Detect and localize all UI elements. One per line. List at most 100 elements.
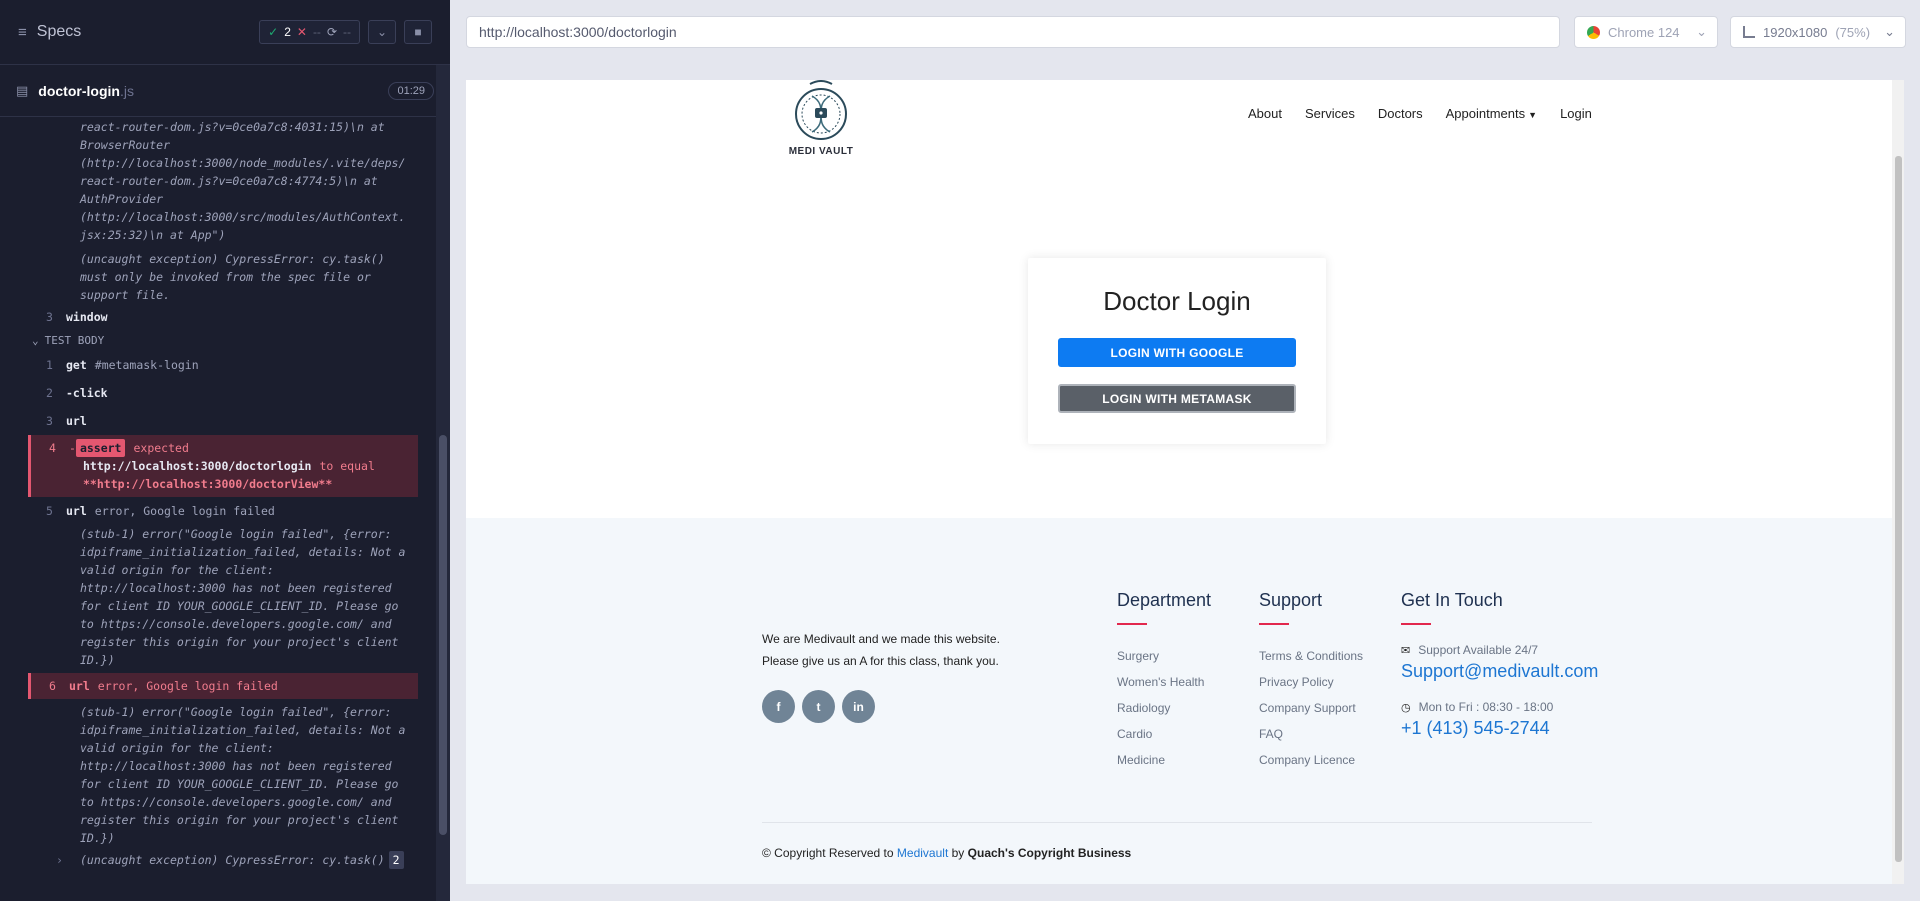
log-text-line: must only be invoked from the spec file …: [80, 270, 371, 284]
footer-link[interactable]: Cardio: [1117, 721, 1211, 747]
footer-department: Department Surgery Women's Health Radiol…: [1117, 590, 1211, 773]
contact-title: Get In Touch: [1401, 590, 1503, 610]
viewport-selector[interactable]: 1920x1080 (75%) ⌄: [1730, 16, 1906, 48]
pending-count: --: [343, 25, 351, 39]
log-text-line: for client ID YOUR_GOOGLE_CLIENT_ID. Ple…: [80, 777, 399, 791]
login-card: Doctor Login LOGIN WITH GOOGLE LOGIN WIT…: [1028, 258, 1326, 444]
viewport-size: 1920x1080: [1763, 24, 1828, 40]
chevron-down-icon[interactable]: ⌄: [368, 20, 396, 44]
log-row-url-error[interactable]: 5 url error, Google login failed: [28, 497, 418, 525]
nav-appointments[interactable]: Appointments ▼: [1446, 106, 1537, 121]
log-text-line: to https://console.developers.google.com…: [80, 795, 392, 809]
copyright-link[interactable]: Medivault: [897, 846, 948, 860]
pending-spinner-icon: ⟳: [326, 25, 337, 39]
metamask-login-button[interactable]: LOGIN WITH METAMASK: [1058, 384, 1296, 413]
app-under-test-area: http://localhost:3000/doctorlogin Chrome…: [450, 0, 1920, 901]
log-row-window[interactable]: 3 window: [28, 308, 418, 326]
specs-bar: ≡ Specs ✓ 2 ✕ -- ⟳ -- ⌄ ■: [0, 0, 450, 65]
log-row-url[interactable]: 3 url: [28, 407, 418, 435]
footer-link[interactable]: Medicine: [1117, 747, 1211, 773]
twitter-icon[interactable]: t: [802, 690, 835, 723]
clock-icon: ◷: [1401, 701, 1411, 714]
chevron-down-icon: ⌄: [32, 334, 39, 347]
contact-email[interactable]: Support@medivault.com: [1401, 661, 1598, 682]
log-text-line: idpiframe_initialization_failed, details…: [80, 723, 406, 737]
chrome-icon: [1587, 25, 1600, 39]
log-text-line: http://localhost:3000 has not been regis…: [80, 759, 392, 773]
footer-divider: [762, 822, 1592, 823]
login-title: Doctor Login: [1103, 286, 1251, 316]
site-footer: We are Medivault and we made this websit…: [466, 518, 1892, 884]
url-text: http://localhost:3000/doctorlogin: [479, 24, 677, 40]
footer-link[interactable]: Company Support: [1259, 695, 1363, 721]
footer-link[interactable]: Radiology: [1117, 695, 1211, 721]
log-row-assert-failed[interactable]: 4 - assert expected http://localhost:300…: [28, 435, 418, 497]
viewport-icon: [1743, 26, 1755, 38]
site-logo[interactable]: MEDI VAULT: [783, 80, 859, 157]
browser-selector[interactable]: Chrome 124 ⌄: [1574, 16, 1718, 48]
nav-about[interactable]: About: [1248, 106, 1282, 121]
log-text-line: for client ID YOUR_GOOGLE_CLIENT_ID. Ple…: [80, 599, 399, 613]
facebook-icon[interactable]: f: [762, 690, 795, 723]
failed-x-icon: ✕: [296, 25, 307, 39]
failed-count: --: [312, 25, 321, 39]
linkedin-icon[interactable]: in: [842, 690, 875, 723]
specs-label[interactable]: Specs: [37, 23, 81, 41]
url-bar[interactable]: http://localhost:3000/doctorlogin: [466, 16, 1560, 48]
log-row-url-error-failed[interactable]: 6 url error, Google login failed: [28, 673, 418, 699]
log-text-line: jsx:25:32)\n at App"): [80, 228, 226, 242]
footer-link[interactable]: Terms & Conditions: [1259, 643, 1363, 669]
cypress-runner-panel: ≡ Specs ✓ 2 ✕ -- ⟳ -- ⌄ ■ ▤ doctor-login…: [0, 0, 450, 901]
log-row-last-exception[interactable]: › (uncaught exception) CypressError: cy.…: [28, 851, 418, 869]
log-text-line: valid origin for the client:: [80, 563, 274, 577]
footer-support: Support Terms & Conditions Privacy Polic…: [1259, 590, 1363, 773]
log-text-line: (http://localhost:3000/node_modules/.vit…: [80, 156, 406, 170]
footer-link[interactable]: Surgery: [1117, 643, 1211, 669]
test-body-section[interactable]: ⌄ TEST BODY: [28, 326, 418, 351]
nav-login[interactable]: Login: [1560, 106, 1592, 121]
file-icon: ▤: [16, 82, 29, 98]
caret-down-icon: ▼: [1528, 110, 1538, 120]
contact-phone[interactable]: +1 (413) 545-2744: [1401, 718, 1598, 739]
passed-count: 2: [284, 25, 291, 39]
log-text-line: (http://localhost:3000/src/modules/AuthC…: [80, 210, 406, 224]
footer-link[interactable]: Privacy Policy: [1259, 669, 1363, 695]
pre-exception-lines: (uncaught exception) CypressError: cy.ta…: [28, 250, 418, 304]
log-row-click[interactable]: 2 -click: [28, 379, 418, 407]
log-text-line: http://localhost:3000 has not been regis…: [80, 581, 392, 595]
passed-check-icon: ✓: [268, 25, 279, 39]
log-scrollbar[interactable]: [436, 65, 450, 901]
footer-link[interactable]: Company Licence: [1259, 747, 1363, 773]
stats-counter: ✓ 2 ✕ -- ⟳ --: [259, 20, 360, 44]
log-text-line: react-router-dom.js?v=0ce0a7c8:4031:15)\…: [80, 120, 385, 134]
specs-list-icon[interactable]: ≡: [18, 24, 27, 41]
log-text-line: (uncaught exception) CypressError: cy.ta…: [80, 252, 385, 266]
log-text-line: (stub-1) error("Google login failed", {e…: [80, 705, 392, 719]
google-login-button[interactable]: LOGIN WITH GOOGLE: [1058, 338, 1296, 367]
footer-link[interactable]: FAQ: [1259, 721, 1363, 747]
brand-name: MEDI VAULT: [788, 146, 854, 157]
spec-duration: 01:29: [388, 81, 434, 100]
browser-name: Chrome 124: [1608, 24, 1680, 40]
copyright: © Copyright Reserved to Medivault by Qua…: [762, 846, 1132, 860]
log-text-line: register this origin for your project's …: [80, 635, 399, 649]
chevron-down-icon: ⌄: [1696, 24, 1707, 39]
log-text-line: to https://console.developers.google.com…: [80, 617, 392, 631]
main-nav: About Services Doctors Appointments ▼ Log…: [1248, 106, 1592, 121]
stub-lines-2: (stub-1) error("Google login failed", {e…: [28, 703, 418, 847]
nav-doctors[interactable]: Doctors: [1378, 106, 1423, 121]
log-text-line: AuthProvider: [80, 192, 164, 206]
log-text-line: idpiframe_initialization_failed, details…: [80, 545, 406, 559]
nav-services[interactable]: Services: [1305, 106, 1355, 121]
chevron-right-icon: ›: [56, 853, 63, 867]
stub-lines-1: (stub-1) error("Google login failed", {e…: [28, 525, 418, 669]
footer-link[interactable]: Women's Health: [1117, 669, 1211, 695]
log-text-line: (stub-1) error("Google login failed", {e…: [80, 527, 392, 541]
log-row-get[interactable]: 1 get #metamask-login: [28, 351, 418, 379]
run-stats: ✓ 2 ✕ -- ⟳ -- ⌄ ■: [259, 20, 432, 44]
stop-button[interactable]: ■: [404, 20, 432, 44]
log-text-line: ID.}): [80, 653, 115, 667]
page-scrollbar[interactable]: [1892, 80, 1904, 884]
logo-emblem-icon: [795, 80, 847, 140]
department-title: Department: [1117, 590, 1212, 610]
